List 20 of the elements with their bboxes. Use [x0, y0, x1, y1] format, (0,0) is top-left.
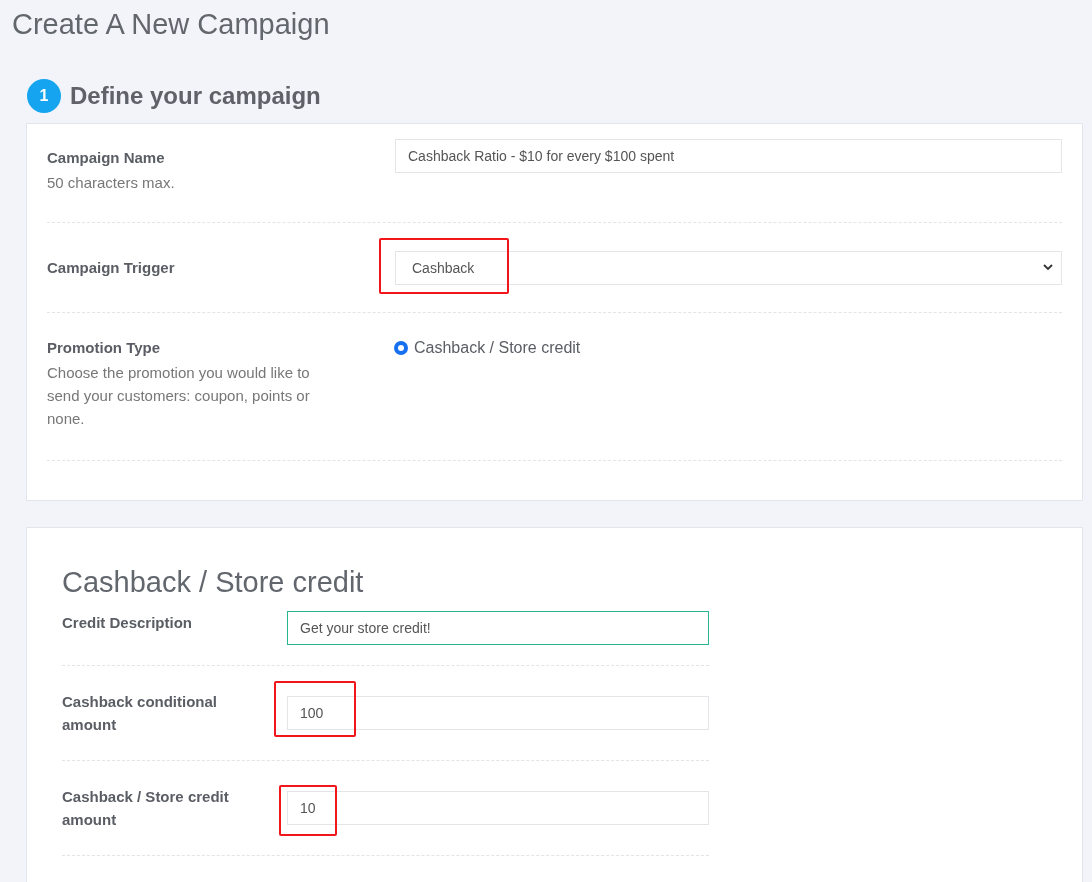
radio-label[interactable]: Cashback / Store credit [414, 339, 581, 357]
input-field[interactable]: Get your store credit! [287, 611, 709, 645]
field-hint: 50 characters max. [47, 173, 176, 193]
field-hint: Choose the promotion you would like to send your customers: coupon, points or none. [47, 363, 311, 429]
field-label: Campaign Trigger [47, 259, 176, 276]
field-label: Credit Description [62, 613, 194, 633]
chevron-down-icon [1043, 264, 1053, 271]
radio-button[interactable] [395, 342, 407, 354]
dropdown[interactable]: Cashback [395, 250, 1062, 285]
section-title: Cashback / Store credit [62, 566, 365, 599]
field-label: Campaign Name [47, 149, 166, 166]
step-title: Define your campaign [70, 82, 321, 110]
field-label: Promotion Type [47, 339, 162, 356]
page-title: Create A New Campaign [11, 7, 331, 41]
input-field[interactable]: Cashback Ratio - $10 for every $100 spent [395, 139, 1062, 173]
field-label: Cashback / Store credit amount [62, 787, 230, 830]
field-label: Cashback conditional amount [62, 692, 219, 735]
input-field[interactable]: 10 [287, 791, 709, 825]
step-number-badge: 1 [27, 79, 61, 113]
input-field[interactable]: 100 [287, 696, 709, 730]
